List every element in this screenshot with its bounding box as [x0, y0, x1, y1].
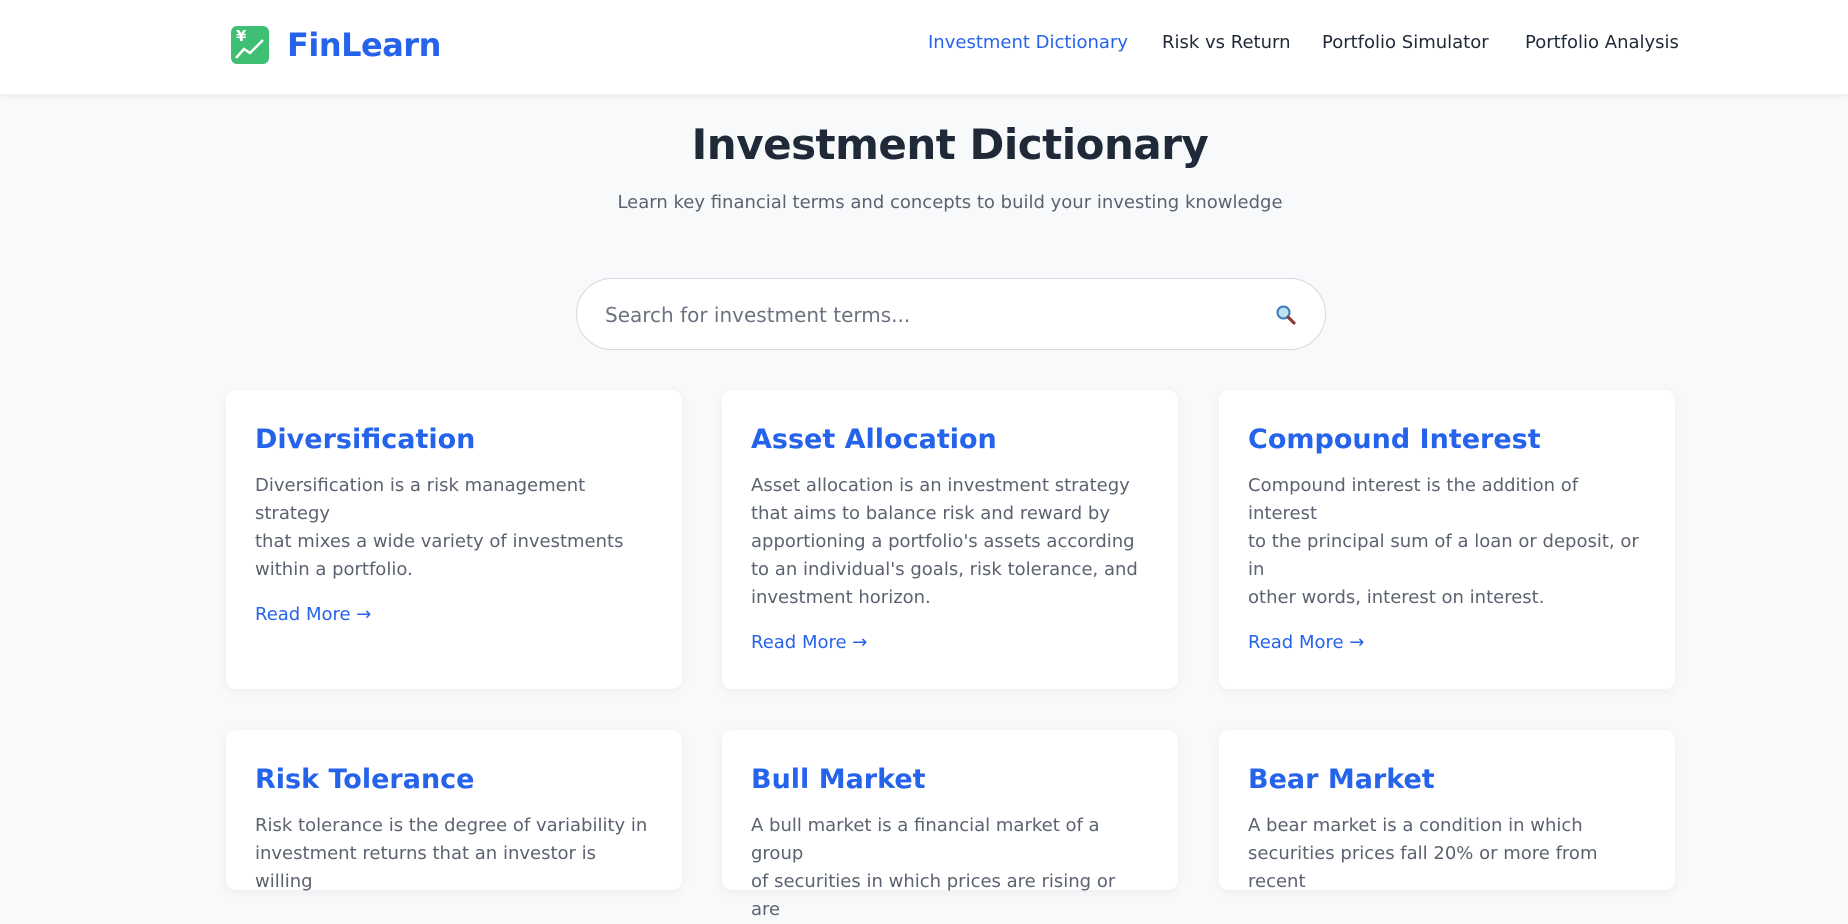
read-more-link[interactable]: Read More →	[751, 632, 867, 653]
nav-investment-dictionary[interactable]: Investment Dictionary	[928, 32, 1128, 53]
card-description: Asset allocation is an investment strate…	[751, 475, 1138, 608]
read-more-link[interactable]: Read More →	[255, 604, 371, 625]
read-more-link[interactable]: Read More →	[1248, 632, 1364, 653]
card-title: Bear Market	[1248, 764, 1435, 795]
card-description: A bull market is a financial market of a…	[751, 815, 1116, 920]
card-description: Compound interest is the addition of int…	[1248, 475, 1639, 608]
card-title: Compound Interest	[1248, 424, 1541, 455]
term-card-compound-interest: Compound Interest Compound interest is t…	[1219, 390, 1675, 689]
search-input[interactable]	[605, 297, 1245, 333]
term-card-risk-tolerance: Risk Tolerance Risk tolerance is the deg…	[226, 730, 682, 892]
page-subtitle: Learn key financial terms and concepts t…	[617, 192, 1283, 213]
card-title: Bull Market	[751, 764, 926, 795]
term-card-bull-market: Bull Market A bull market is a financial…	[722, 730, 1178, 920]
card-description: Risk tolerance is the degree of variabil…	[255, 815, 648, 892]
term-card-bear-market: Bear Market A bear market is a condition…	[1219, 730, 1675, 892]
main-nav: Investment Dictionary Risk vs Return Por…	[0, 32, 1848, 58]
card-title: Risk Tolerance	[255, 764, 475, 795]
nav-portfolio-simulator[interactable]: Portfolio Simulator	[1322, 32, 1489, 53]
card-description: A bear market is a condition in which se…	[1248, 815, 1598, 892]
search-icon[interactable]	[1275, 304, 1297, 326]
term-card-asset-allocation: Asset Allocation Asset allocation is an …	[722, 390, 1178, 689]
card-description: Diversification is a risk management str…	[255, 475, 624, 580]
search-bar	[576, 278, 1326, 350]
navbar: ¥ FinLearn Investment Dictionary Risk vs…	[0, 0, 1848, 94]
nav-portfolio-analysis[interactable]: Portfolio Analysis	[1525, 32, 1679, 53]
card-title: Asset Allocation	[751, 424, 997, 455]
card-title: Diversification	[255, 424, 476, 455]
nav-risk-vs-return[interactable]: Risk vs Return	[1162, 32, 1291, 53]
page-title: Investment Dictionary	[691, 120, 1209, 169]
term-card-diversification: Diversification Diversification is a ris…	[226, 390, 682, 689]
